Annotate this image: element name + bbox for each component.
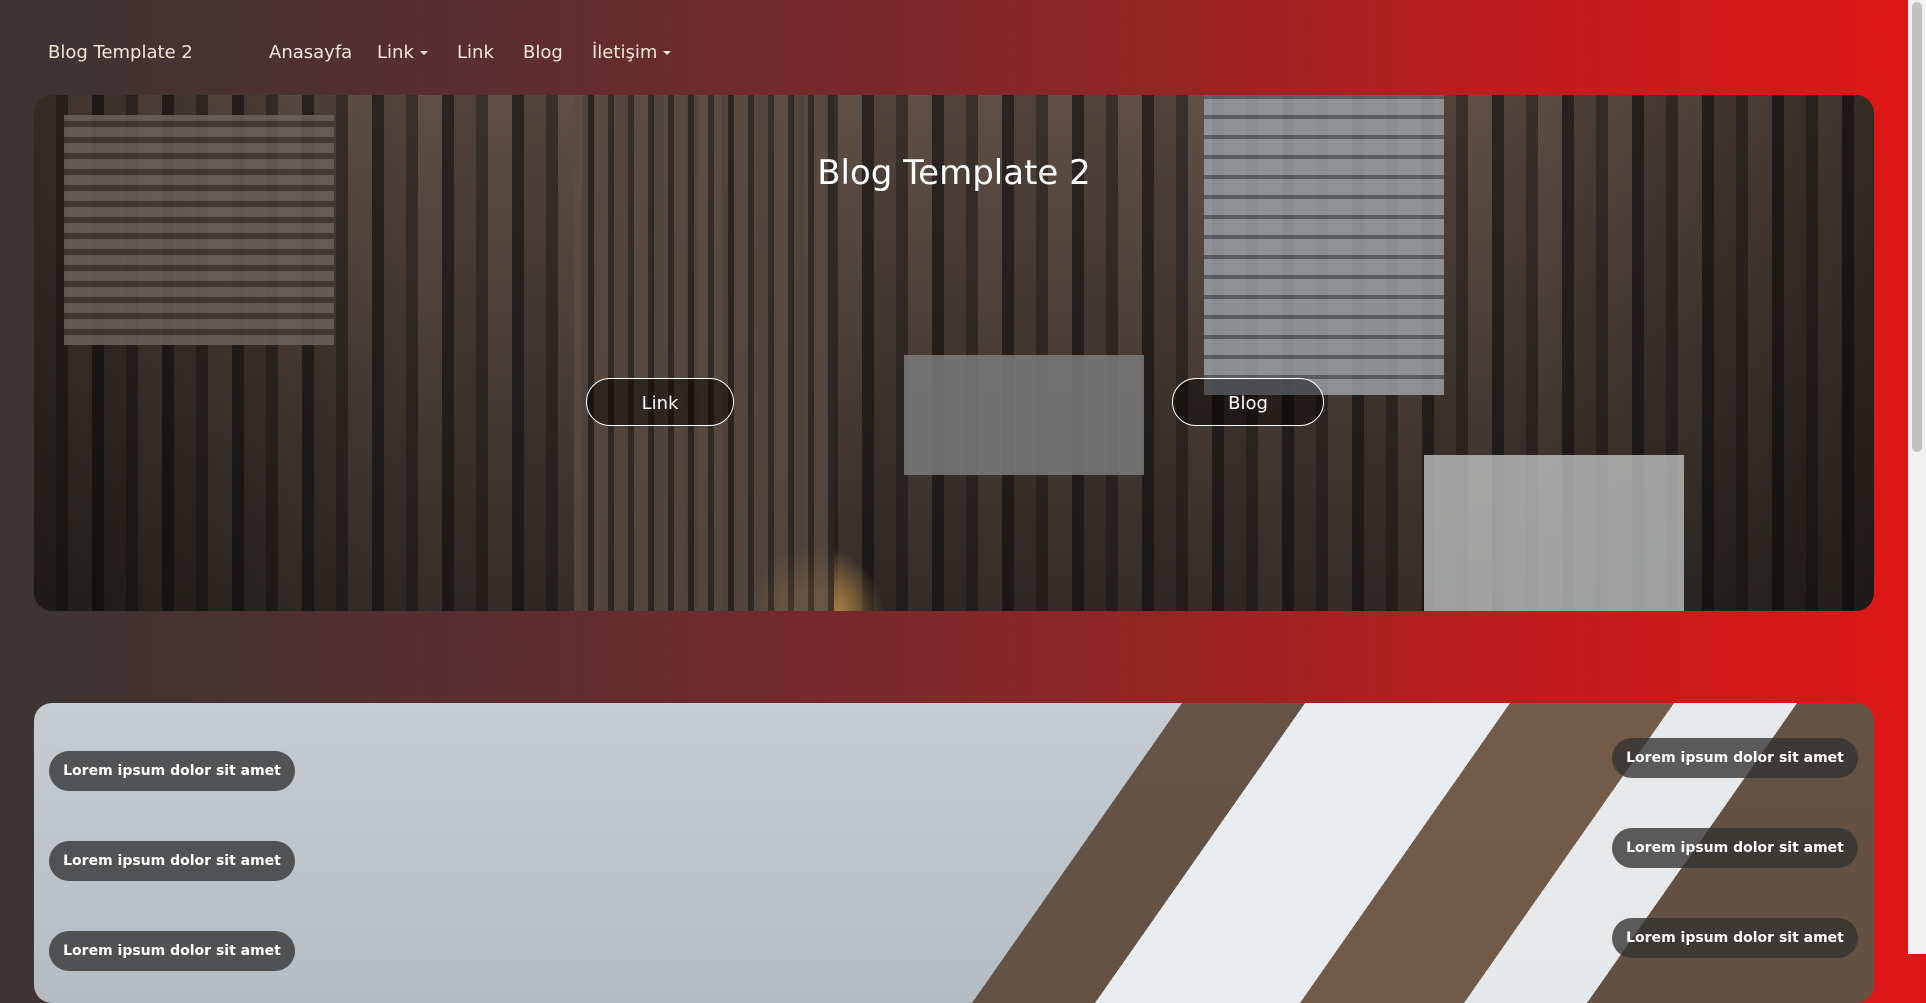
nav-item-iletisim-dropdown[interactable]: İletişim xyxy=(592,42,672,63)
nav-item-anasayfa[interactable]: Anasayfa xyxy=(269,42,352,63)
right-pill-3[interactable]: Lorem ipsum dolor sit amet xyxy=(1612,918,1858,958)
left-pill-2[interactable]: Lorem ipsum dolor sit amet xyxy=(49,841,295,881)
building-image xyxy=(1204,95,1444,395)
caret-down-icon xyxy=(663,51,672,55)
nav-item-blog[interactable]: Blog xyxy=(523,42,563,63)
caret-down-icon xyxy=(419,51,428,55)
hero-blog-button[interactable]: Blog xyxy=(1172,378,1324,426)
building-image xyxy=(904,355,1144,475)
nav-item-link[interactable]: Link xyxy=(457,42,494,63)
right-pill-1[interactable]: Lorem ipsum dolor sit amet xyxy=(1612,738,1858,778)
hero-title: Blog Template 2 xyxy=(817,153,1091,193)
scrollbar-thumb[interactable] xyxy=(1912,2,1922,452)
hero-link-button[interactable]: Link xyxy=(586,378,734,426)
nav-item-label: Link xyxy=(377,42,414,63)
top-navbar: Blog Template 2 Anasayfa Link Link Blog … xyxy=(0,0,1908,96)
nav-item-link-dropdown[interactable]: Link xyxy=(377,42,428,63)
mountain-section: Lorem ipsum dolor sit amet Lorem ipsum d… xyxy=(34,703,1874,1003)
left-pill-1[interactable]: Lorem ipsum dolor sit amet xyxy=(49,751,295,791)
right-pill-2[interactable]: Lorem ipsum dolor sit amet xyxy=(1612,828,1858,868)
building-image xyxy=(1424,455,1684,611)
hero-banner: Blog Template 2 Link Blog xyxy=(34,95,1874,611)
left-pill-3[interactable]: Lorem ipsum dolor sit amet xyxy=(49,931,295,971)
brand-link[interactable]: Blog Template 2 xyxy=(48,42,193,63)
building-image xyxy=(64,115,334,345)
vertical-scrollbar[interactable] xyxy=(1908,0,1926,954)
nav-item-label: İletişim xyxy=(592,42,658,63)
